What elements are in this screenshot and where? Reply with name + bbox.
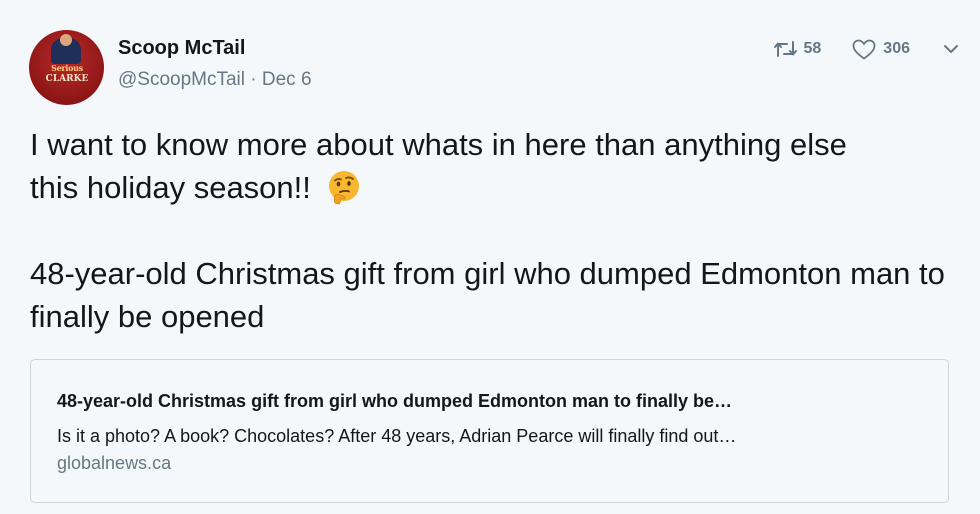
card-title: 48-year-old Christmas gift from girl who… <box>57 391 733 411</box>
tweet-date[interactable]: Dec 6 <box>262 69 312 91</box>
tweet-paragraph-2: 48-year-old Christmas gift from girl who… <box>30 256 945 334</box>
link-preview-card[interactable]: 48-year-old Christmas gift from girl who… <box>30 359 949 503</box>
avatar-head <box>60 34 72 46</box>
tweet-paragraph-1: I want to know more about whats in here … <box>30 123 950 209</box>
chevron-down-icon[interactable] <box>942 40 960 58</box>
author-meta: @ScoopMcTail · Dec 6 <box>118 69 312 91</box>
tweet-text: I want to know more about whats in here … <box>30 123 950 338</box>
meta-separator: · <box>250 69 257 90</box>
tweet-line-1: I want to know more about whats in here … <box>30 127 847 162</box>
author-display-name[interactable]: Scoop McTail <box>118 37 245 60</box>
tweet-line-2: this holiday season!! <box>30 170 311 205</box>
tweet-actions: 58 306 <box>773 36 961 62</box>
author-handle[interactable]: @ScoopMcTail <box>118 69 245 91</box>
card-domain: globalnews.ca <box>57 453 172 473</box>
retweet-button[interactable]: 58 <box>773 40 822 58</box>
avatar-logo-text: Serious <box>51 63 83 73</box>
avatar-logo-text-2: CLARKE <box>45 74 89 84</box>
retweet-count: 58 <box>803 40 822 57</box>
retweet-icon <box>773 41 797 57</box>
like-count: 306 <box>883 40 910 57</box>
card-description: Is it a photo? A book? Chocolates? After… <box>57 426 737 446</box>
like-button[interactable]: 306 <box>852 39 910 60</box>
heart-icon <box>852 39 876 59</box>
avatar[interactable]: Serious CLARKE <box>29 30 104 105</box>
thinking-face-emoji-icon <box>328 171 359 205</box>
